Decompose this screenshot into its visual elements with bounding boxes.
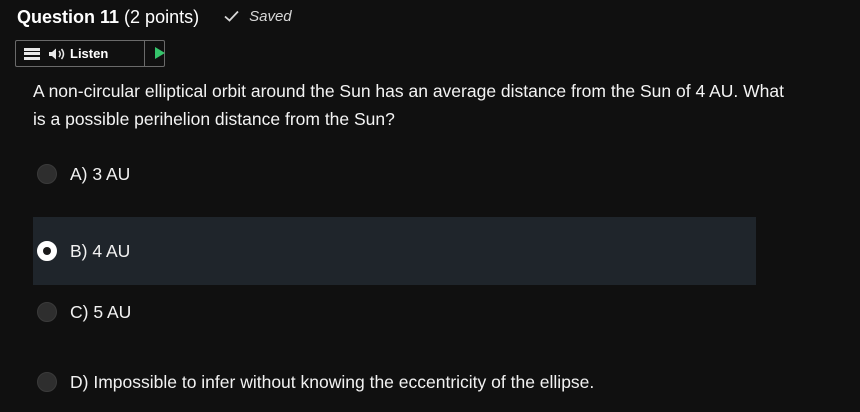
listen-button[interactable]: Listen <box>70 46 108 61</box>
radio-a[interactable] <box>37 164 57 184</box>
question-title: Question 11 <box>17 7 120 27</box>
option-c[interactable]: C) 5 AU <box>33 278 756 346</box>
radio-d[interactable] <box>37 372 57 392</box>
check-icon <box>224 10 239 22</box>
listen-toolbar: Listen <box>15 40 165 67</box>
play-icon[interactable] <box>155 47 165 59</box>
question-points: (2 points) <box>124 7 200 27</box>
question-header: Question 11 (2 points) Saved <box>17 7 292 31</box>
saved-status: Saved <box>224 8 292 25</box>
option-d[interactable]: D) Impossible to infer without knowing t… <box>33 348 756 412</box>
option-a[interactable]: A) 3 AU <box>33 140 756 208</box>
radio-b[interactable] <box>37 241 57 261</box>
option-c-label[interactable]: C) 5 AU <box>70 302 131 323</box>
saved-label: Saved <box>249 7 292 25</box>
question-page: Question 11 (2 points) Saved Listen A no… <box>0 0 860 412</box>
option-a-label[interactable]: A) 3 AU <box>70 164 130 185</box>
menu-icon[interactable] <box>24 47 40 60</box>
option-b-label[interactable]: B) 4 AU <box>70 241 130 262</box>
radio-c[interactable] <box>37 302 57 322</box>
speaker-icon[interactable] <box>48 47 66 61</box>
question-text: A non-circular elliptical orbit around t… <box>33 81 784 129</box>
option-b[interactable]: B) 4 AU <box>33 217 756 285</box>
option-d-label[interactable]: D) Impossible to infer without knowing t… <box>70 372 594 393</box>
toolbar-divider <box>144 41 145 66</box>
